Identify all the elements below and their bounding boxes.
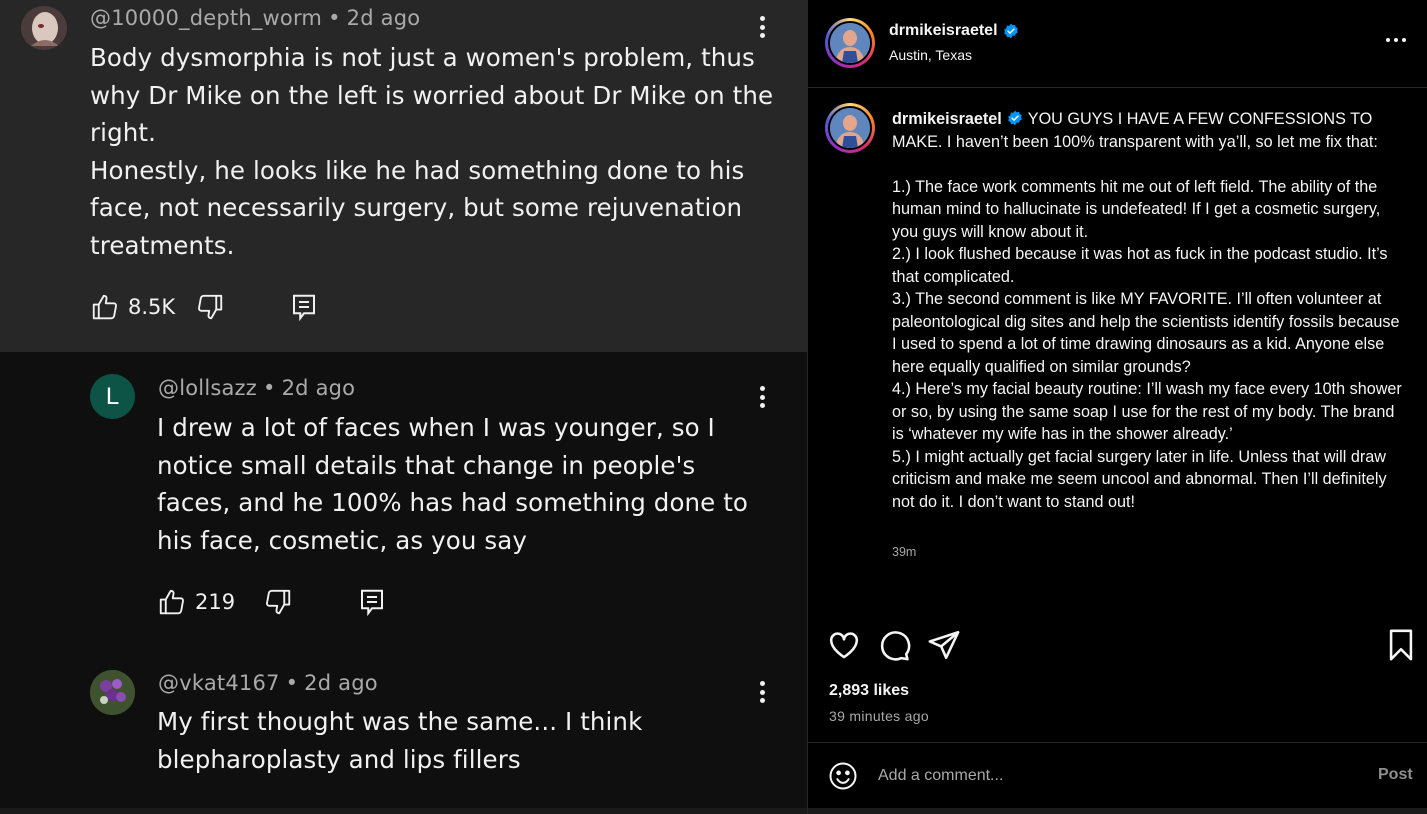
thumbs-up-icon xyxy=(92,294,117,320)
instagram-post-panel: drmikeisraetel Austin, Texas drmikeisrae… xyxy=(807,0,1427,814)
youtube-comments-panel: @10000_depth_worm • 2d ago Body dysmorphia… xyxy=(0,0,807,814)
share-icon[interactable] xyxy=(927,628,961,662)
reply-icon xyxy=(293,294,316,322)
comment-age[interactable]: 2d ago xyxy=(282,376,356,400)
post-timestamp[interactable]: 39 minutes ago xyxy=(829,708,929,724)
comment-reply: l @lollsazz • 2d ago I drew a lot of faces… xyxy=(0,352,807,648)
separator-dot: • xyxy=(285,671,299,695)
verified-badge-icon xyxy=(1003,23,1018,39)
comment-actions: 219 xyxy=(157,585,387,619)
comment-menu-button[interactable] xyxy=(752,382,772,412)
avatar-letter: l xyxy=(105,382,120,410)
post-action-bar xyxy=(808,628,1427,664)
username[interactable]: drmikeisraetel xyxy=(889,22,998,40)
comment-reply: @vkat4167 • 2d ago My first thought was th… xyxy=(0,648,807,808)
comment-header: @10000_depth_worm • 2d ago xyxy=(90,6,420,30)
thumbs-up-icon xyxy=(159,589,184,615)
post-header: drmikeisraetel Austin, Texas xyxy=(808,0,1427,88)
avatar[interactable] xyxy=(21,6,67,50)
avatar[interactable] xyxy=(90,670,135,715)
bookmark-icon[interactable] xyxy=(1384,628,1418,662)
dislike-button[interactable] xyxy=(195,292,225,322)
comment-author[interactable]: @vkat4167 xyxy=(158,671,280,695)
heart-icon[interactable] xyxy=(827,628,861,662)
thumbs-down-icon xyxy=(266,589,291,615)
post-caption: drmikeisraetel YOU GUYS I HAVE A FEW CONF… xyxy=(892,108,1402,513)
like-button[interactable]: 8.5K xyxy=(90,292,175,322)
comment-menu-button[interactable] xyxy=(752,12,772,42)
caption-text: YOU GUYS I HAVE A FEW CONFESSIONS TO MAK… xyxy=(892,110,1402,511)
thumbs-down-icon xyxy=(198,294,223,320)
caption-time[interactable]: 39m xyxy=(892,545,916,559)
like-count: 219 xyxy=(195,590,236,614)
comment-actions: 8.5K xyxy=(90,290,319,324)
comment-icon[interactable] xyxy=(877,628,911,662)
video-thumbnail-edge xyxy=(0,808,807,814)
verified-badge-icon xyxy=(1007,110,1022,126)
reply-button[interactable] xyxy=(289,292,319,322)
post-author[interactable]: drmikeisraetel xyxy=(889,22,1019,40)
dislike-button[interactable] xyxy=(263,587,293,617)
like-count: 8.5K xyxy=(128,295,176,319)
comment-age[interactable]: 2d ago xyxy=(347,6,421,30)
reply-icon xyxy=(361,589,384,617)
separator-dot: • xyxy=(263,376,276,400)
comment-age[interactable]: 2d ago xyxy=(304,671,378,695)
like-count[interactable]: 2,893 likes xyxy=(829,682,909,700)
comment-text: I drew a lot of faces when I was younger… xyxy=(157,413,749,555)
comment-text: Body dysmorphia is not just a women's pr… xyxy=(90,43,774,260)
separator-dot: • xyxy=(328,6,341,30)
post-location[interactable]: Austin, Texas xyxy=(889,47,972,63)
post-comment-button[interactable]: Post xyxy=(1378,766,1413,784)
comment-header: @vkat4167 • 2d ago xyxy=(158,671,378,695)
comment-text: My first thought was the same... I think… xyxy=(157,707,643,774)
emoji-icon[interactable] xyxy=(828,761,858,791)
comment-author[interactable]: @lollsazz xyxy=(158,376,257,400)
caption-avatar[interactable] xyxy=(825,103,875,153)
comment-author[interactable]: @10000_depth_worm xyxy=(90,6,322,30)
comment-highlighted: @10000_depth_worm • 2d ago Body dysmorphia… xyxy=(0,0,807,352)
reply-button[interactable] xyxy=(357,587,387,617)
caption-username[interactable]: drmikeisraetel xyxy=(892,110,1002,128)
comment-input[interactable] xyxy=(878,763,1338,789)
avatar[interactable]: l xyxy=(90,374,135,419)
like-button[interactable]: 219 xyxy=(157,587,235,617)
more-options-button[interactable] xyxy=(1386,38,1406,42)
add-comment-bar: Post xyxy=(808,742,1427,808)
image-edge xyxy=(808,808,1427,814)
profile-avatar[interactable] xyxy=(825,18,875,68)
comment-header: @lollsazz • 2d ago xyxy=(158,376,355,400)
